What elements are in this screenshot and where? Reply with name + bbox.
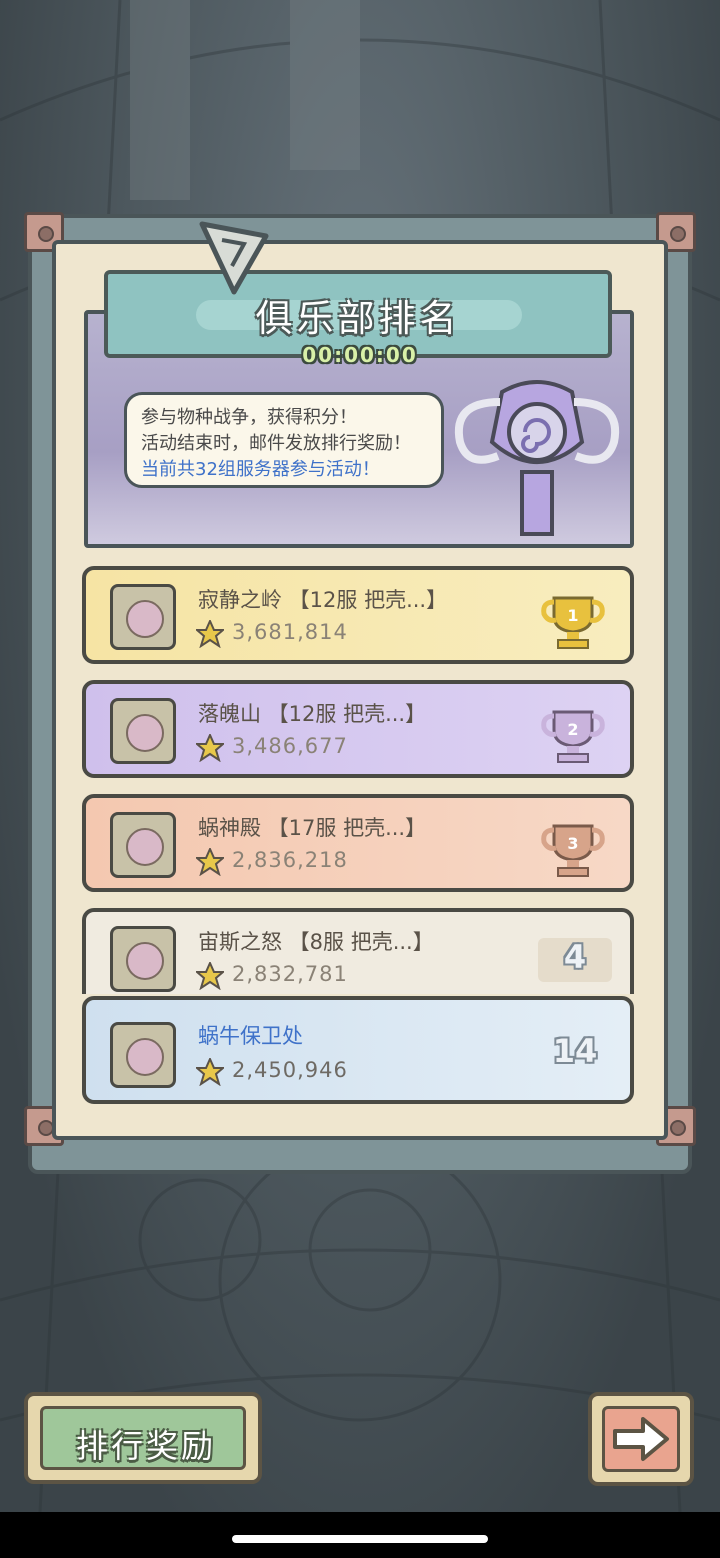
club-emblem-icon: [110, 1022, 176, 1088]
club-triangle-logo-icon: [199, 221, 269, 295]
info-line-2: 活动结束时，邮件发放排行奖励！: [141, 433, 411, 454]
club-name: 蜗神殿 【17服 把壳...】: [198, 816, 427, 840]
club-emblem-icon: [110, 698, 176, 764]
rank-number: 4: [538, 938, 612, 982]
ranking-row[interactable]: 蜗神殿 【17服 把壳...】 2,836,218 3: [82, 794, 634, 892]
score-star-icon: [196, 1058, 224, 1086]
trophy-icon: [454, 380, 620, 536]
my-club-score: 2,450,946: [232, 1058, 348, 1082]
score-star-icon: [196, 962, 224, 990]
ranking-row[interactable]: 落魄山 【12服 把壳...】 3,486,677 2: [82, 680, 634, 778]
rank-number: 1: [567, 606, 578, 625]
my-club-ranking-row[interactable]: 蜗牛保卫处 2,450,946 14: [82, 996, 634, 1104]
event-info-bubble: 参与物种战争，获得积分！ 活动结束时，邮件发放排行奖励！ 当前共32组服务器参与…: [124, 392, 444, 488]
bronze-trophy-icon: 3: [541, 824, 605, 877]
next-button-face: [602, 1406, 680, 1472]
club-score: 2,836,218: [232, 848, 348, 872]
club-name: 寂静之岭 【12服 把壳...】: [198, 588, 448, 612]
rank-number: 3: [567, 834, 578, 853]
score-star-icon: [196, 848, 224, 876]
club-score: 2,832,781: [232, 962, 348, 986]
ranking-rewards-button[interactable]: 排行奖励: [24, 1392, 262, 1484]
ranking-row[interactable]: 寂静之岭 【12服 把壳...】 3,681,814 1: [82, 566, 634, 664]
ranking-rewards-button-face: 排行奖励: [40, 1406, 246, 1470]
info-line-3: 当前共32组服务器参与活动！: [141, 459, 380, 480]
silver-trophy-icon: 2: [541, 710, 605, 763]
club-score: 3,681,814: [232, 620, 348, 644]
home-indicator[interactable]: [232, 1535, 488, 1543]
ranking-rewards-label: 排行奖励: [75, 1427, 216, 1465]
club-name: 宙斯之怒 【8服 把壳...】: [198, 930, 434, 954]
arrow-right-icon: [613, 1417, 669, 1461]
my-club-rank: 14: [552, 1032, 598, 1070]
page-title: 俱乐部排名: [255, 297, 461, 340]
club-score: 3,486,677: [232, 734, 348, 758]
score-star-icon: [196, 620, 224, 648]
next-button[interactable]: [588, 1392, 694, 1486]
gold-trophy-icon: 1: [541, 596, 605, 649]
ranking-row[interactable]: 宙斯之怒 【8服 把壳...】 2,832,781 4: [82, 908, 634, 994]
score-star-icon: [196, 734, 224, 762]
info-line-1: 参与物种战争，获得积分！: [141, 407, 357, 428]
my-club-name: 蜗牛保卫处: [198, 1024, 303, 1048]
countdown-timer: 00:00:00: [302, 343, 418, 367]
club-emblem-icon: [110, 926, 176, 992]
club-name: 落魄山 【12服 把壳...】: [198, 702, 427, 726]
club-emblem-icon: [110, 812, 176, 878]
rank-number: 2: [567, 720, 578, 739]
club-emblem-icon: [110, 584, 176, 650]
